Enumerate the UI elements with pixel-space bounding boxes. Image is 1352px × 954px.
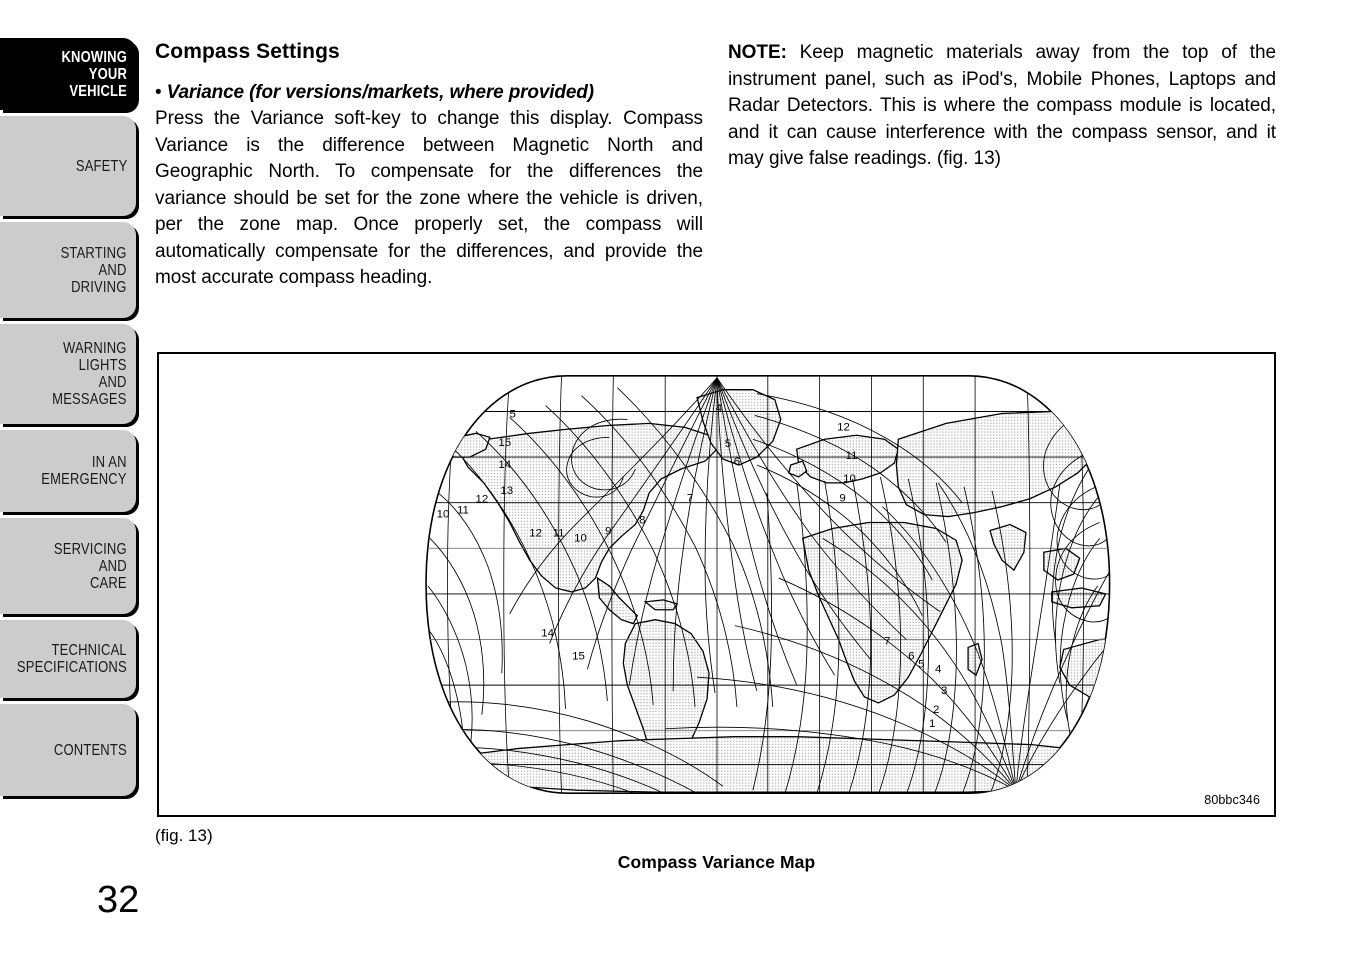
svg-text:10: 10	[843, 473, 856, 485]
right-text-column: NOTE: Keep magnetic materials away from …	[728, 40, 1276, 173]
svg-text:12: 12	[529, 527, 542, 539]
svg-text:13: 13	[500, 485, 513, 497]
note-label: NOTE:	[728, 42, 787, 63]
sidebar-item-contents[interactable]: CONTENTS	[0, 704, 136, 796]
page-number: 32	[97, 879, 140, 921]
figure-reference: (fig. 13)	[155, 826, 213, 845]
sidebar-item-technical-specifications[interactable]: TECHNICAL SPECIFICATIONS	[0, 620, 136, 698]
svg-text:7: 7	[687, 493, 693, 505]
sidebar-item-knowing-your-vehicle[interactable]: KNOWING YOUR VEHICLE	[0, 38, 136, 110]
sidebar-item-label: SERVICING AND CARE	[54, 540, 127, 592]
note-body: Keep magnetic materials away from the to…	[728, 42, 1276, 169]
sidebar-item-label: IN AN EMERGENCY	[41, 454, 127, 488]
svg-text:9: 9	[839, 493, 845, 505]
svg-text:11: 11	[457, 505, 469, 517]
svg-text:11: 11	[553, 527, 565, 539]
svg-text:10: 10	[574, 532, 587, 544]
svg-text:4: 4	[399, 684, 406, 696]
svg-text:1: 1	[350, 429, 356, 441]
sidebar-item-label: TECHNICAL SPECIFICATIONS	[17, 642, 128, 676]
sidebar-item-safety[interactable]: SAFETY	[0, 116, 136, 216]
sidebar-item-in-an-emergency[interactable]: IN AN EMERGENCY	[0, 430, 136, 512]
sidebar-item-label: SAFETY	[75, 157, 127, 175]
svg-text:14: 14	[498, 459, 511, 471]
svg-text:3: 3	[399, 696, 405, 708]
sidebar-item-starting-and-driving[interactable]: STARTING AND DRIVING	[0, 222, 136, 318]
sidebar-item-warning-lights-and-messages[interactable]: WARNING LIGHTS AND MESSAGES	[0, 324, 136, 424]
sidebar-item-label: WARNING LIGHTS AND MESSAGES	[52, 340, 127, 408]
sidebar-item-label: STARTING AND DRIVING	[61, 244, 127, 296]
page-title: Compass Settings	[155, 40, 340, 63]
svg-text:2: 2	[933, 704, 939, 716]
sidebar-item-label: KNOWING YOUR VEHICLE	[61, 48, 127, 100]
svg-text:5: 5	[380, 491, 386, 503]
svg-text:11: 11	[846, 450, 858, 462]
svg-text:12: 12	[837, 421, 850, 433]
svg-text:1: 1	[929, 718, 935, 730]
svg-text:4: 4	[357, 480, 364, 492]
svg-text:10: 10	[437, 509, 450, 521]
svg-text:5: 5	[918, 658, 924, 670]
svg-text:2: 2	[396, 708, 402, 720]
svg-text:12: 12	[475, 494, 488, 506]
world-map-svg: 1 2 0 3 4 5 6 7 8 9 10 11 12 13 14 15 5 …	[329, 375, 1111, 794]
bullet-heading: • Variance (for versions/markets, where …	[155, 80, 703, 106]
svg-text:14: 14	[541, 628, 554, 640]
sidebar-navigation: KNOWING YOUR VEHICLE SAFETY STARTING AND…	[0, 38, 136, 802]
svg-text:1: 1	[394, 721, 400, 733]
sidebar-item-label: CONTENTS	[54, 741, 127, 759]
svg-text:15: 15	[572, 650, 585, 662]
svg-text:0: 0	[338, 452, 344, 464]
svg-text:6: 6	[734, 456, 740, 468]
left-text-column: Compass Settings • Variance (for version…	[155, 40, 703, 292]
svg-text:6: 6	[908, 650, 914, 662]
svg-text:5: 5	[510, 409, 516, 421]
figure-caption: Compass Variance Map	[617, 852, 816, 872]
svg-text:9: 9	[426, 507, 432, 519]
sidebar-item-servicing-and-care[interactable]: SERVICING AND CARE	[0, 518, 136, 614]
svg-text:7: 7	[884, 636, 890, 648]
note-paragraph: NOTE: Keep magnetic materials away from …	[728, 40, 1276, 173]
svg-text:15: 15	[498, 437, 511, 449]
svg-text:8: 8	[639, 515, 645, 527]
svg-text:4: 4	[935, 663, 942, 675]
bullet-heading-label: Variance (for versions/markets, where pr…	[166, 82, 594, 103]
svg-text:8: 8	[418, 499, 424, 511]
svg-text:3: 3	[338, 463, 344, 475]
svg-text:9: 9	[605, 525, 611, 537]
figure-code-label: 80bbc346	[1204, 793, 1260, 807]
bullet-dot-icon: •	[155, 82, 167, 103]
svg-text:4: 4	[716, 403, 723, 415]
svg-text:3: 3	[941, 685, 947, 697]
body-paragraph: Press the Variance soft-key to change th…	[155, 108, 703, 288]
svg-text:2: 2	[329, 444, 335, 456]
svg-text:7: 7	[407, 497, 413, 509]
svg-text:6: 6	[395, 494, 401, 506]
svg-text:5: 5	[399, 652, 405, 664]
compass-variance-map-figure: 1 2 0 3 4 5 6 7 8 9 10 11 12 13 14 15 5 …	[157, 352, 1276, 817]
svg-text:5: 5	[725, 438, 731, 450]
